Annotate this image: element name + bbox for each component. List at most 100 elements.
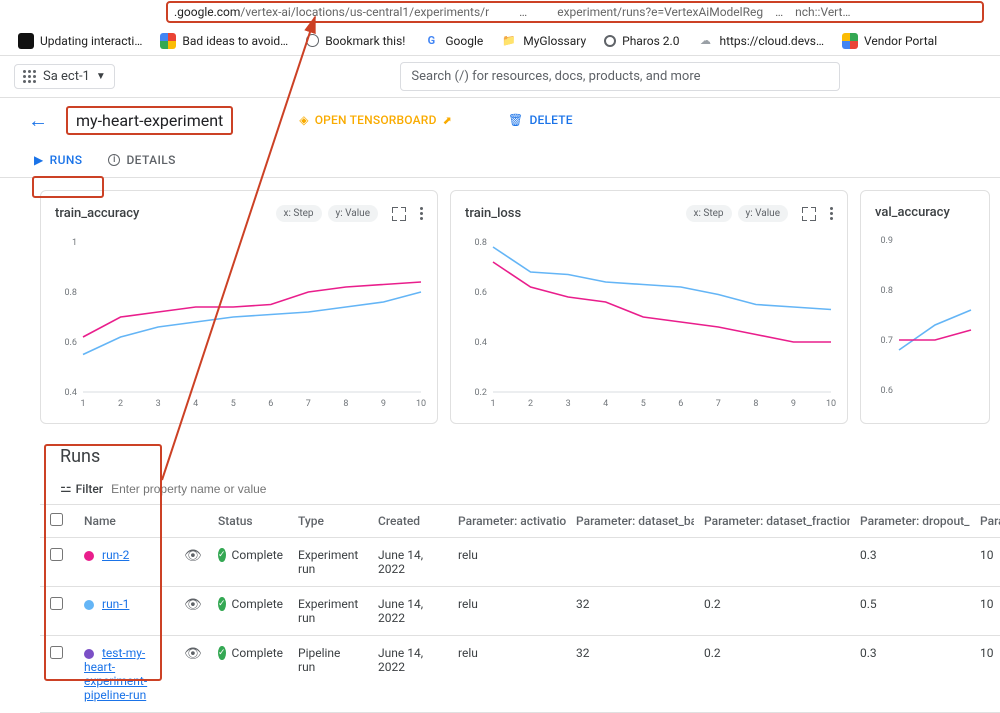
svg-text:3: 3 — [566, 399, 571, 409]
col-split[interactable]: Parameter: dataset_fraction_split — [694, 505, 850, 538]
bookmark-clouddevs[interactable]: ☁https://cloud.devs… — [697, 33, 824, 49]
folder-icon: 📁 — [501, 33, 517, 49]
info-icon: i — [108, 154, 120, 166]
svg-text:3: 3 — [156, 399, 161, 409]
charts-region: train_accuracy x: Step y: Value 0.40.60.… — [0, 178, 1000, 432]
chart-val-accuracy: val_accuracy 0.60.70.80.9 — [860, 190, 990, 424]
select-all-checkbox[interactable] — [50, 513, 63, 526]
back-button[interactable]: ← — [28, 108, 48, 133]
delete-button[interactable]: 🗑 DELETE — [508, 113, 573, 127]
url-path: /vertex-ai/locations/us-central1/experim… — [240, 5, 489, 19]
bookmarks-bar: Updating interacti… Bad ideas to avoid… … — [0, 26, 1000, 56]
svg-text:10: 10 — [416, 399, 426, 409]
param-more: 10 — [970, 587, 1000, 636]
param-activation: relu — [448, 538, 566, 587]
param-dropout: 0.3 — [850, 636, 970, 713]
param-split: 0.2 — [694, 636, 850, 713]
svg-text:4: 4 — [193, 399, 198, 409]
run-color-dot — [84, 600, 94, 610]
bookmark-vendor[interactable]: Vendor Portal — [842, 33, 937, 49]
project-name: Sa ect-1 — [43, 69, 90, 84]
svg-text:10: 10 — [826, 399, 836, 409]
svg-text:0.8: 0.8 — [881, 286, 894, 296]
col-more[interactable]: Param — [970, 505, 1000, 538]
svg-text:5: 5 — [231, 399, 236, 409]
row-checkbox[interactable] — [50, 548, 63, 561]
col-dropout[interactable]: Parameter: dropout_rate — [850, 505, 970, 538]
page-title-row: ← my-heart-experiment ◈ OPEN TENSORBOARD… — [0, 98, 1000, 142]
visibility-icon[interactable]: 👁 — [184, 597, 202, 613]
trash-icon: 🗑 — [508, 113, 523, 127]
chip-x[interactable]: x: Step — [276, 205, 322, 222]
visibility-icon[interactable]: 👁 — [184, 646, 202, 662]
more-icon[interactable] — [420, 207, 423, 220]
chip-y[interactable]: y: Value — [328, 205, 378, 222]
status-complete: ✓Complete — [218, 548, 278, 562]
col-activation[interactable]: Parameter: activation — [448, 505, 566, 538]
visibility-icon[interactable]: 👁 — [184, 548, 202, 564]
run-color-dot — [84, 649, 94, 659]
check-icon: ✓ — [218, 548, 226, 562]
svg-text:1: 1 — [490, 399, 495, 409]
run-created: June 14, 2022 — [368, 636, 448, 713]
col-created[interactable]: Created — [368, 505, 448, 538]
bookmark-google[interactable]: GGoogle — [423, 33, 483, 49]
svg-text:0.2: 0.2 — [475, 388, 488, 398]
chip-y[interactable]: y: Value — [738, 205, 788, 222]
svg-text:0.8: 0.8 — [475, 238, 488, 248]
filter-input[interactable] — [111, 482, 960, 496]
row-checkbox[interactable] — [50, 597, 63, 610]
search-input[interactable]: Search (/) for resources, docs, products… — [400, 62, 840, 91]
col-status[interactable]: Status — [208, 505, 288, 538]
svg-text:2: 2 — [528, 399, 533, 409]
open-tensorboard-button[interactable]: ◈ OPEN TENSORBOARD ⬈ — [299, 113, 452, 127]
col-type[interactable]: Type — [288, 505, 368, 538]
runs-section: Runs ⚍ Filter Name Status Type Created P… — [0, 432, 1000, 713]
console-header: Sa ect-1 ▼ Search (/) for resources, doc… — [0, 56, 1000, 98]
svg-text:1: 1 — [80, 399, 85, 409]
svg-text:5: 5 — [641, 399, 646, 409]
filter-label: ⚍ Filter — [60, 481, 103, 496]
svg-text:0.6: 0.6 — [65, 338, 78, 348]
chart-train-accuracy: train_accuracy x: Step y: Value 0.40.60.… — [40, 190, 438, 424]
page-tabs: ▶ RUNS i DETAILS — [0, 142, 1000, 178]
row-checkbox[interactable] — [50, 646, 63, 659]
param-batch — [566, 538, 694, 587]
status-complete: ✓Complete — [218, 646, 278, 660]
play-icon: ▶ — [34, 153, 44, 167]
tab-runs[interactable]: ▶ RUNS — [34, 142, 82, 177]
bookmark-myglossary[interactable]: 📁MyGlossary — [501, 33, 586, 49]
svg-text:0.7: 0.7 — [881, 336, 894, 346]
cloud-icon: ☁ — [697, 33, 713, 49]
url-bar-highlighted[interactable]: .google.com /vertex-ai/locations/us-cent… — [166, 1, 984, 23]
svg-text:7: 7 — [306, 399, 311, 409]
param-split: 0.2 — [694, 587, 850, 636]
run-type: Experiment run — [288, 587, 368, 636]
tab-details[interactable]: i DETAILS — [108, 142, 175, 177]
run-name-link[interactable]: run-2 — [102, 548, 129, 562]
param-more: 10 — [970, 636, 1000, 713]
project-selector[interactable]: Sa ect-1 ▼ — [14, 64, 115, 89]
run-name-link[interactable]: run-1 — [102, 597, 129, 611]
more-icon[interactable] — [830, 207, 833, 220]
bookmark-this[interactable]: Bookmark this! — [306, 34, 405, 48]
col-name[interactable]: Name — [74, 505, 174, 538]
bookmark-updating[interactable]: Updating interacti… — [18, 33, 142, 49]
svg-text:6: 6 — [268, 399, 273, 409]
param-batch: 32 — [566, 636, 694, 713]
fullscreen-icon[interactable] — [392, 207, 406, 221]
svg-text:6: 6 — [678, 399, 683, 409]
svg-text:9: 9 — [381, 399, 386, 409]
run-color-dot — [84, 551, 94, 561]
col-batch[interactable]: Parameter: dataset_batch — [566, 505, 694, 538]
bookmark-badideas[interactable]: Bad ideas to avoid… — [160, 33, 288, 49]
url-tail: nch::Vert… — [795, 5, 850, 19]
svg-text:2: 2 — [118, 399, 123, 409]
svg-text:8: 8 — [753, 399, 758, 409]
runs-table: Name Status Type Created Parameter: acti… — [40, 504, 1000, 713]
run-type: Experiment run — [288, 538, 368, 587]
fullscreen-icon[interactable] — [802, 207, 816, 221]
chip-x[interactable]: x: Step — [686, 205, 732, 222]
bookmark-pharos[interactable]: Pharos 2.0 — [604, 34, 679, 48]
svg-text:8: 8 — [343, 399, 348, 409]
